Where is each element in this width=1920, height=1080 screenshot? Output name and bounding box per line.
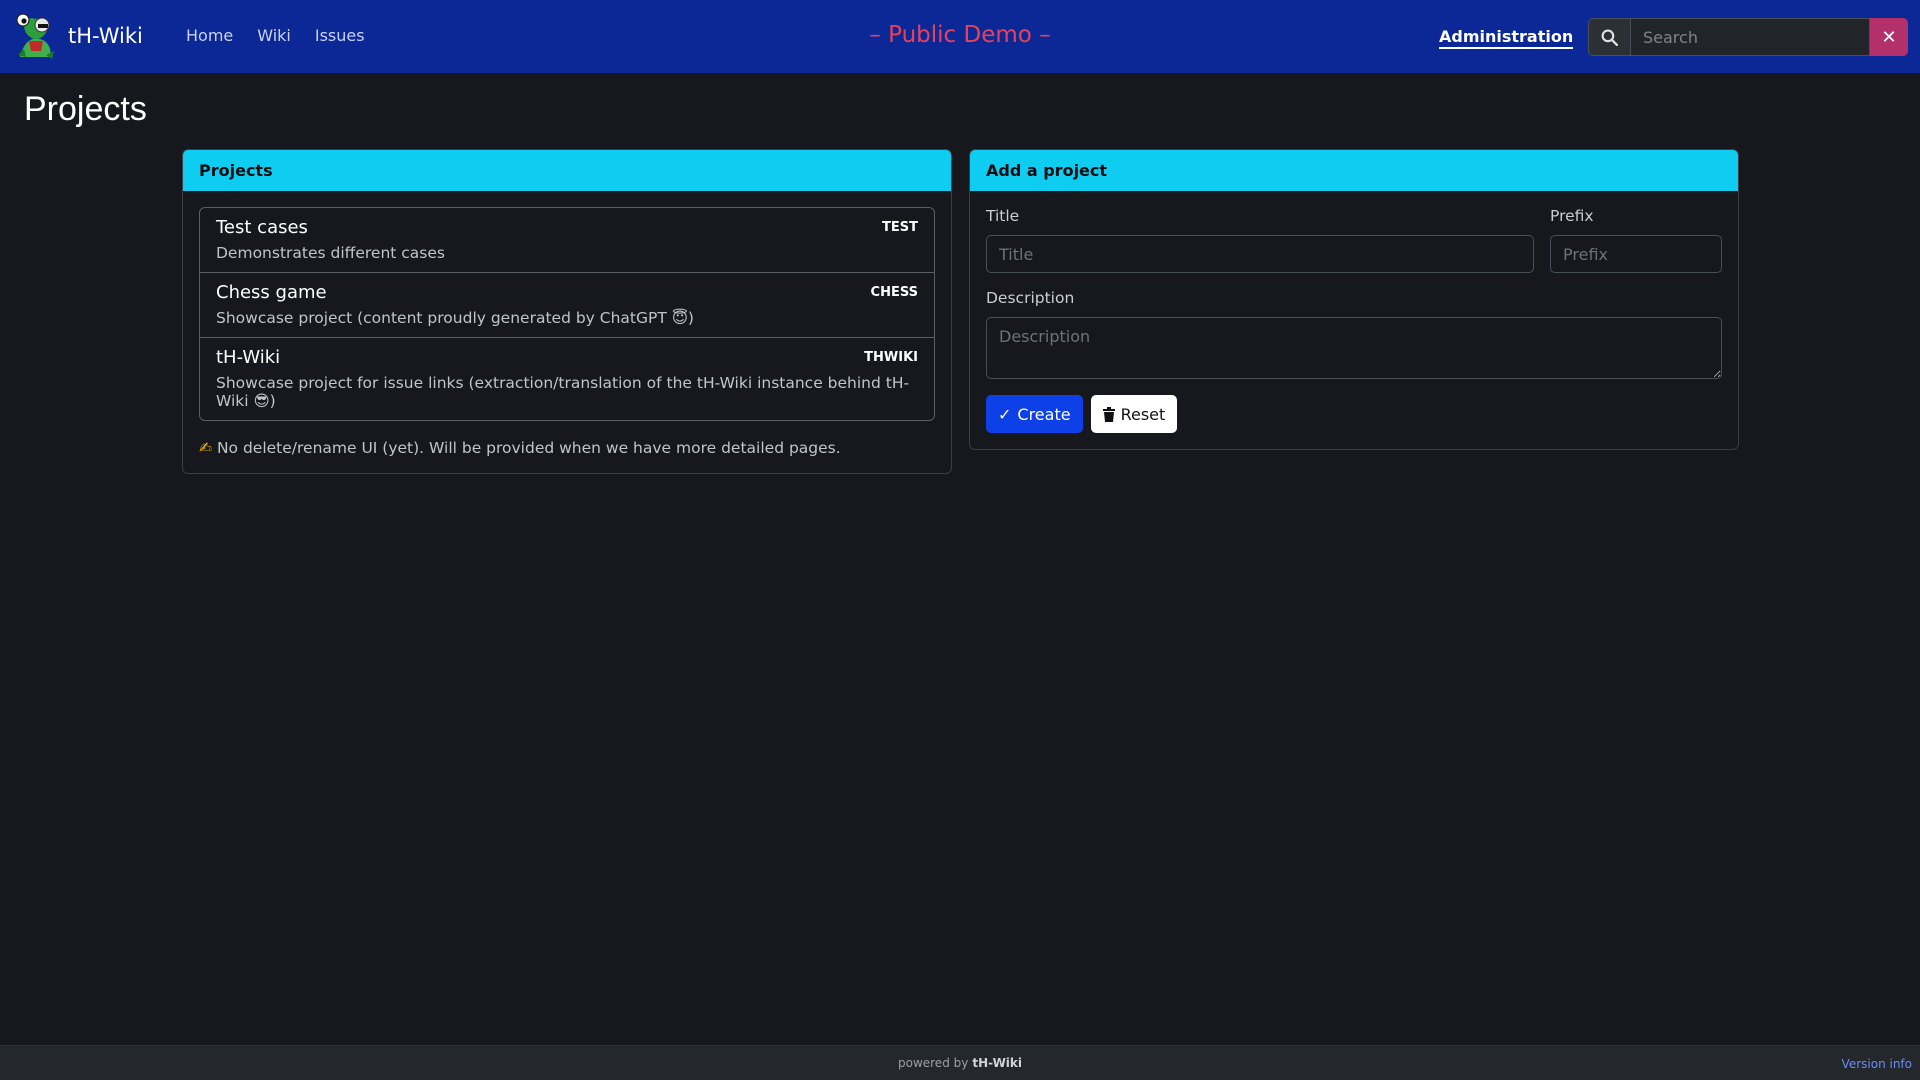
project-title: Chess game <box>216 282 327 303</box>
description-label: Description <box>986 289 1075 307</box>
powered-by-text: powered by <box>897 1056 969 1070</box>
version-info-link[interactable]: Version info <box>1842 1057 1912 1071</box>
page-title: Projects <box>24 90 147 128</box>
main-nav: Home Wiki Issues <box>186 26 365 45</box>
nav-link-administration[interactable]: Administration <box>1439 27 1574 49</box>
trash-icon <box>1102 406 1115 422</box>
project-title: Test cases <box>216 217 308 238</box>
description-field[interactable] <box>986 317 1722 379</box>
projects-card-header: Projects <box>183 150 951 191</box>
projects-card: Projects Test cases Demonstrates differe… <box>182 149 952 474</box>
project-item-test[interactable]: Test cases Demonstrates different cases … <box>200 208 934 273</box>
project-list: Test cases Demonstrates different cases … <box>199 207 935 421</box>
title-field[interactable] <box>986 235 1534 273</box>
brand-name: tH-Wiki <box>68 24 143 48</box>
close-icon: ✕ <box>1881 26 1897 47</box>
create-button-label: Create <box>1017 404 1071 424</box>
add-project-card: Add a project Title Prefix Description ✓… <box>969 149 1739 450</box>
search-input[interactable] <box>1630 18 1870 56</box>
project-description: Showcase project (content proudly genera… <box>216 309 694 327</box>
footer-brand: tH-Wiki <box>972 1056 1023 1070</box>
check-icon: ✓ <box>998 404 1012 424</box>
project-prefix: CHESS <box>870 285 918 300</box>
rename-note-text: No delete/rename UI (yet). Will be provi… <box>216 439 841 457</box>
top-navbar: tH-Wiki Home Wiki Issues – Public Demo –… <box>0 0 1920 73</box>
search-icon <box>1601 29 1618 46</box>
project-prefix: TEST <box>882 220 918 235</box>
clear-search-button[interactable]: ✕ <box>1870 18 1908 56</box>
project-prefix: THWIKI <box>864 350 918 365</box>
search-button[interactable] <box>1588 18 1630 56</box>
reset-button[interactable]: Reset <box>1090 395 1178 433</box>
nav-link-issues[interactable]: Issues <box>315 26 365 45</box>
project-item-chess[interactable]: Chess game Showcase project (content pro… <box>200 273 934 338</box>
title-label: Title <box>986 207 1020 225</box>
footer: powered by tH-Wiki Version info <box>0 1045 1920 1080</box>
writing-hand-icon: ✍ <box>199 439 212 457</box>
reset-button-label: Reset <box>1120 404 1166 424</box>
nav-link-wiki[interactable]: Wiki <box>257 26 291 45</box>
brand-link[interactable]: tH-Wiki <box>14 11 143 61</box>
frog-logo-icon <box>16 13 54 59</box>
project-description: Showcase project for issue links (extrac… <box>216 374 910 410</box>
search-group: ✕ <box>1588 18 1908 56</box>
project-item-thwiki[interactable]: tH-Wiki Showcase project for issue links… <box>200 338 934 420</box>
rename-note: ✍ No delete/rename UI (yet). Will be pro… <box>199 439 935 457</box>
prefix-label: Prefix <box>1550 207 1594 225</box>
create-button[interactable]: ✓ Create <box>986 395 1083 433</box>
add-project-card-header: Add a project <box>970 150 1738 191</box>
project-title: tH-Wiki <box>216 347 281 368</box>
prefix-field[interactable] <box>1550 235 1722 273</box>
nav-link-home[interactable]: Home <box>186 26 233 45</box>
project-description: Demonstrates different cases <box>216 244 445 262</box>
